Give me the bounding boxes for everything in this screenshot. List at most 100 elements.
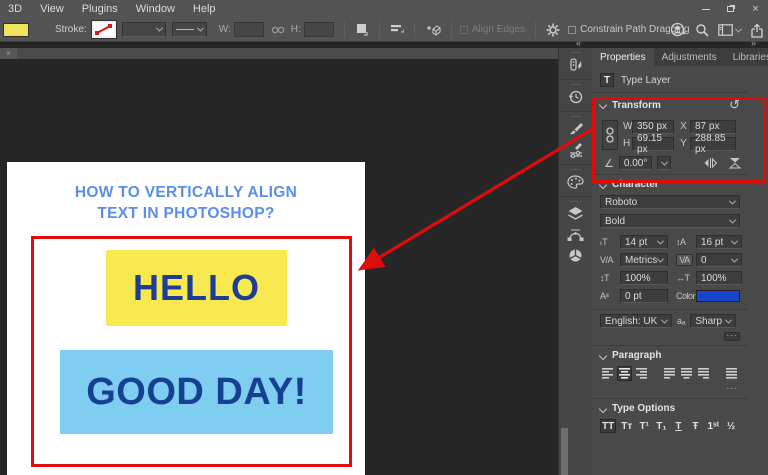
all-caps-button[interactable]: TT xyxy=(600,419,616,433)
stroke-style-line-icon xyxy=(176,29,194,30)
collapse-panel-button[interactable]: » xyxy=(751,39,756,48)
chevron-down-icon xyxy=(729,197,736,204)
close-button[interactable]: × xyxy=(747,2,764,16)
canvas-vertical-scrollbar[interactable] xyxy=(561,428,568,475)
ordinals-button[interactable]: 1ˢᵗ xyxy=(705,419,721,433)
text-color-swatch[interactable] xyxy=(696,290,740,302)
hello-text: HELLO xyxy=(133,267,260,309)
collapse-icon-strip-button[interactable]: « xyxy=(576,39,581,48)
share-icon[interactable] xyxy=(750,23,764,38)
menu-help[interactable]: Help xyxy=(184,0,225,18)
chevron-down-icon xyxy=(731,237,738,244)
font-style-value: Bold xyxy=(605,216,625,227)
character-section-header[interactable]: Character xyxy=(600,179,740,190)
horizontal-scale-field[interactable]: 100% xyxy=(696,271,742,285)
antialias-dropdown[interactable]: Sharp xyxy=(690,314,736,328)
rotate-angle-dropdown[interactable] xyxy=(657,156,671,170)
restore-button[interactable] xyxy=(722,2,739,16)
font-family-dropdown[interactable]: Roboto xyxy=(600,195,740,209)
menu-window[interactable]: Window xyxy=(127,0,184,18)
path-operations-button[interactable] xyxy=(355,23,369,37)
language-dropdown[interactable]: English: UK xyxy=(600,314,672,328)
transform-y-field[interactable]: 288.85 px xyxy=(690,137,736,151)
tab-libraries[interactable]: Libraries xyxy=(725,48,768,66)
flip-vertical-icon[interactable] xyxy=(729,157,741,169)
menu-view[interactable]: View xyxy=(31,0,73,18)
underline-button[interactable]: T xyxy=(671,419,685,433)
tab-properties[interactable]: Properties xyxy=(592,48,654,66)
fractions-button[interactable]: ½ xyxy=(724,419,738,433)
paragraph-section-header[interactable]: Paragraph xyxy=(600,350,740,361)
account-icon[interactable] xyxy=(670,22,686,38)
align-center-button[interactable] xyxy=(617,366,632,381)
search-icon[interactable] xyxy=(695,23,709,37)
menu-plugins[interactable]: Plugins xyxy=(73,0,127,18)
link-dimensions-icon[interactable] xyxy=(271,26,285,34)
align-left-button[interactable] xyxy=(600,366,615,381)
history-panel-icon[interactable] xyxy=(559,86,592,107)
blue-text-box[interactable]: GOOD DAY! xyxy=(60,350,333,434)
rotate-angle-field[interactable]: 0.00° xyxy=(619,156,652,170)
justify-last-left-button[interactable] xyxy=(662,366,677,381)
leading-dropdown[interactable]: 16 pt xyxy=(696,235,742,249)
subscript-button[interactable]: T₁ xyxy=(654,419,668,433)
divider xyxy=(592,345,748,346)
baseline-shift-field[interactable]: 0 pt xyxy=(620,289,668,303)
close-tab-icon[interactable]: × xyxy=(6,49,11,58)
workspace-switcher[interactable] xyxy=(718,24,741,36)
superscript-button[interactable]: T¹ xyxy=(637,419,651,433)
path-alignment-button[interactable] xyxy=(390,23,404,36)
justify-last-center-button[interactable] xyxy=(679,366,694,381)
align-edges-checkbox[interactable] xyxy=(460,26,468,34)
paths-panel-icon[interactable] xyxy=(559,224,592,245)
align-edges-control[interactable]: Align Edges xyxy=(460,24,525,35)
layers-panel-icon[interactable] xyxy=(559,203,592,224)
tab-adjustments[interactable]: Adjustments xyxy=(654,48,725,66)
align-right-button[interactable] xyxy=(634,366,649,381)
path-arrangement-button[interactable] xyxy=(425,23,441,37)
paragraph-more-options-button[interactable]: ··· xyxy=(724,385,740,394)
chevron-down-icon xyxy=(197,25,204,32)
transform-section-header[interactable]: Transform ↺ xyxy=(600,97,740,113)
link-wh-button[interactable] xyxy=(602,120,618,150)
brushes-panel-icon[interactable] xyxy=(559,118,592,139)
tracking-dropdown[interactable]: Metrics xyxy=(620,253,668,267)
document-tab[interactable]: × xyxy=(0,48,17,59)
shape-width-label: W: xyxy=(219,24,231,35)
stroke-width-dropdown[interactable] xyxy=(122,22,166,37)
shape-height-field[interactable] xyxy=(304,22,334,37)
vertical-scale-field[interactable]: 100% xyxy=(620,271,668,285)
align-edges-label: Align Edges xyxy=(472,24,525,35)
reset-transform-icon[interactable]: ↺ xyxy=(729,97,740,113)
character-more-options-button[interactable]: ··· xyxy=(724,332,740,341)
constrain-path-checkbox[interactable] xyxy=(568,26,576,34)
canvas-area[interactable]: HOW TO VERTICALLY ALIGN TEXT IN PHOTOSHO… xyxy=(0,59,558,475)
color-panel-icon[interactable] xyxy=(559,171,592,192)
minimize-button[interactable] xyxy=(697,2,714,16)
kerning-dropdown[interactable]: 0 xyxy=(696,253,742,267)
strikethrough-button[interactable]: Ŧ xyxy=(688,419,702,433)
sphere-panel-icon[interactable] xyxy=(559,245,592,266)
transform-h-field[interactable]: 69.15 px xyxy=(632,137,674,151)
presets-panel-icon[interactable] xyxy=(559,54,592,75)
type-options-section-header[interactable]: Type Options xyxy=(600,403,740,414)
small-caps-button[interactable]: Tᴛ xyxy=(619,419,634,433)
shape-width-field[interactable] xyxy=(234,22,264,37)
transform-w-field[interactable]: 350 px xyxy=(632,120,674,134)
font-style-dropdown[interactable]: Bold xyxy=(600,214,740,228)
character-title: Character xyxy=(612,179,659,190)
flip-horizontal-icon[interactable] xyxy=(704,158,717,168)
menu-3d[interactable]: 3D xyxy=(0,0,31,18)
stroke-color-swatch[interactable] xyxy=(92,21,116,38)
yellow-text-box[interactable]: HELLO xyxy=(106,250,287,326)
transform-x-field[interactable]: 87 px xyxy=(690,120,736,134)
gear-icon[interactable] xyxy=(546,23,560,37)
document[interactable]: HOW TO VERTICALLY ALIGN TEXT IN PHOTOSHO… xyxy=(7,162,365,475)
justify-last-right-button[interactable] xyxy=(696,366,711,381)
stroke-type-dropdown[interactable] xyxy=(172,22,207,37)
fill-color-swatch[interactable] xyxy=(3,23,29,37)
font-size-dropdown[interactable]: 14 pt xyxy=(620,235,668,249)
brush-settings-panel-icon[interactable] xyxy=(559,139,592,160)
justify-all-button[interactable] xyxy=(724,366,739,381)
chevron-down-icon xyxy=(657,237,664,244)
